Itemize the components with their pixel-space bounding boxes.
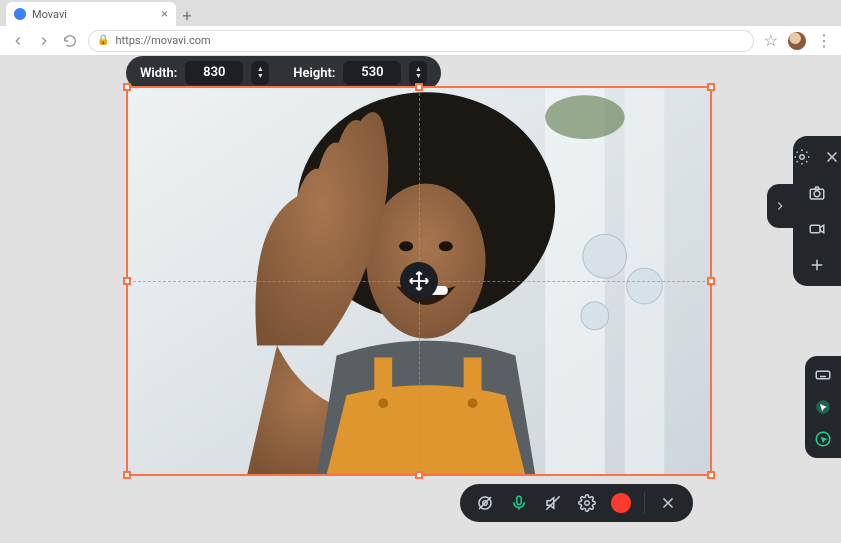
keystroke-display-button[interactable] [812, 364, 834, 386]
width-label: Width: [140, 66, 177, 81]
screenshot-button[interactable] [806, 182, 828, 204]
width-input[interactable]: 830 [185, 61, 243, 85]
add-tool-button[interactable] [806, 254, 828, 276]
gear-icon [578, 494, 596, 512]
panel-close-button[interactable] [821, 146, 841, 168]
stepper-down-icon[interactable]: ▼ [415, 73, 422, 80]
close-icon [823, 148, 841, 166]
microphone-toggle-button[interactable] [504, 488, 534, 518]
recording-controls [460, 484, 693, 522]
tab-close-icon[interactable]: × [161, 8, 168, 21]
side-tools-panel [793, 136, 841, 286]
browser-menu-icon[interactable]: ⋮ [816, 31, 831, 50]
url-text: https://movavi.com [115, 34, 210, 47]
page-content: Width: 830 ▲▼ Height: 530 ▲▼ [0, 56, 841, 543]
resize-handle-bl[interactable] [123, 471, 131, 479]
stepper-down-icon[interactable]: ▼ [257, 73, 264, 80]
effects-panel [805, 356, 841, 458]
browser-toolbar: 🔒 https://movavi.com ☆ ⋮ [0, 26, 841, 56]
height-input[interactable]: 530 [343, 61, 401, 85]
recording-frame[interactable] [126, 86, 712, 476]
resize-handle-ml[interactable] [123, 277, 131, 285]
webcam-off-icon [476, 494, 494, 512]
resize-handle-mr[interactable] [707, 277, 715, 285]
chevron-right-icon [773, 199, 787, 213]
tab-title: Movavi [32, 8, 67, 21]
resize-handle-br[interactable] [707, 471, 715, 479]
gear-icon [793, 148, 811, 166]
move-icon [408, 270, 430, 292]
close-icon [659, 494, 677, 512]
resize-handle-tl[interactable] [123, 83, 131, 91]
settings-button[interactable] [572, 488, 602, 518]
browser-tabstrip: Movavi × + [0, 0, 841, 26]
bookmark-star-icon[interactable]: ☆ [764, 31, 778, 50]
address-bar[interactable]: 🔒 https://movavi.com [88, 30, 754, 52]
record-button[interactable] [606, 488, 636, 518]
cursor-highlight-button[interactable] [812, 396, 834, 418]
system-audio-toggle-button[interactable] [538, 488, 568, 518]
profile-avatar[interactable] [788, 32, 806, 50]
move-handle[interactable] [400, 262, 438, 300]
video-camera-icon [808, 220, 826, 238]
webcam-toggle-button[interactable] [470, 488, 500, 518]
width-stepper[interactable]: ▲▼ [251, 61, 269, 85]
reload-button[interactable] [62, 33, 78, 49]
separator [644, 492, 645, 514]
cursor-click-button[interactable] [812, 428, 834, 450]
microphone-icon [510, 494, 528, 512]
forward-button[interactable] [36, 33, 52, 49]
resize-handle-tm[interactable] [415, 83, 423, 91]
cursor-click-icon [814, 430, 832, 448]
panel-settings-button[interactable] [791, 146, 813, 168]
back-button[interactable] [10, 33, 26, 49]
plus-icon [808, 256, 826, 274]
lock-icon: 🔒 [97, 35, 109, 46]
cancel-button[interactable] [653, 488, 683, 518]
resize-handle-tr[interactable] [707, 83, 715, 91]
keyboard-icon [814, 366, 832, 384]
resize-handle-bm[interactable] [415, 471, 423, 479]
speaker-off-icon [544, 494, 562, 512]
panel-expand-button[interactable] [767, 184, 793, 228]
height-stepper[interactable]: ▲▼ [409, 61, 427, 85]
height-label: Height: [293, 66, 335, 81]
record-video-button[interactable] [806, 218, 828, 240]
camera-icon [808, 184, 826, 202]
tab-favicon [14, 8, 26, 20]
browser-tab[interactable]: Movavi × [6, 2, 176, 26]
new-tab-button[interactable]: + [176, 4, 198, 26]
dimension-bar[interactable]: Width: 830 ▲▼ Height: 530 ▲▼ [126, 56, 441, 90]
record-icon [611, 493, 631, 513]
cursor-highlight-icon [814, 398, 832, 416]
